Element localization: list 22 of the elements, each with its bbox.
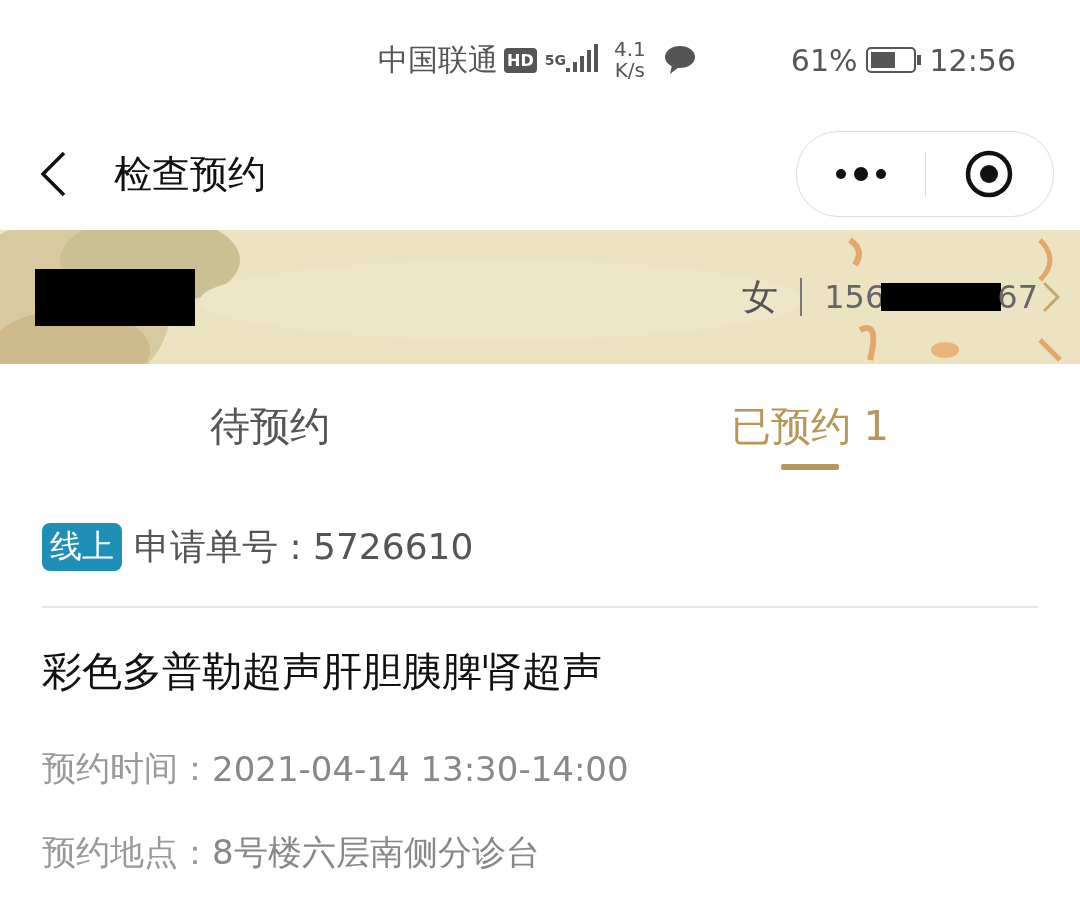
speed-unit: K/s [614, 60, 645, 81]
time-value: 2021-04-14 13:30-14:00 [212, 749, 629, 789]
phone-start: 156 [824, 278, 886, 316]
clock-time: 12:56 [929, 42, 1016, 78]
chat-bubble-icon [663, 45, 696, 75]
network-type: 5G [544, 52, 566, 68]
time-label: 预约时间： [42, 747, 212, 790]
online-tag: 线上 [42, 523, 122, 571]
gender-text: 女 [742, 274, 779, 319]
exam-name: 彩色多普勒超声肝胆胰脾肾超声 [42, 647, 603, 696]
carrier-name: 中国联通 [378, 40, 498, 79]
page-title: 检查预约 [114, 150, 267, 198]
battery-percent: 61% [790, 42, 858, 78]
place-label: 预约地点： [42, 831, 212, 874]
order-number: 申请单号 : 5726610 [134, 524, 474, 569]
hd-badge: HD [504, 47, 537, 73]
tab[interactable]: 待预约 [0, 364, 540, 488]
back-icon[interactable] [40, 151, 66, 197]
battery-fill [870, 52, 895, 68]
speed-value: 4.1 [613, 39, 646, 60]
place-value: 8号楼六层南侧分诊台 [212, 831, 540, 874]
target-icon [964, 149, 1015, 199]
